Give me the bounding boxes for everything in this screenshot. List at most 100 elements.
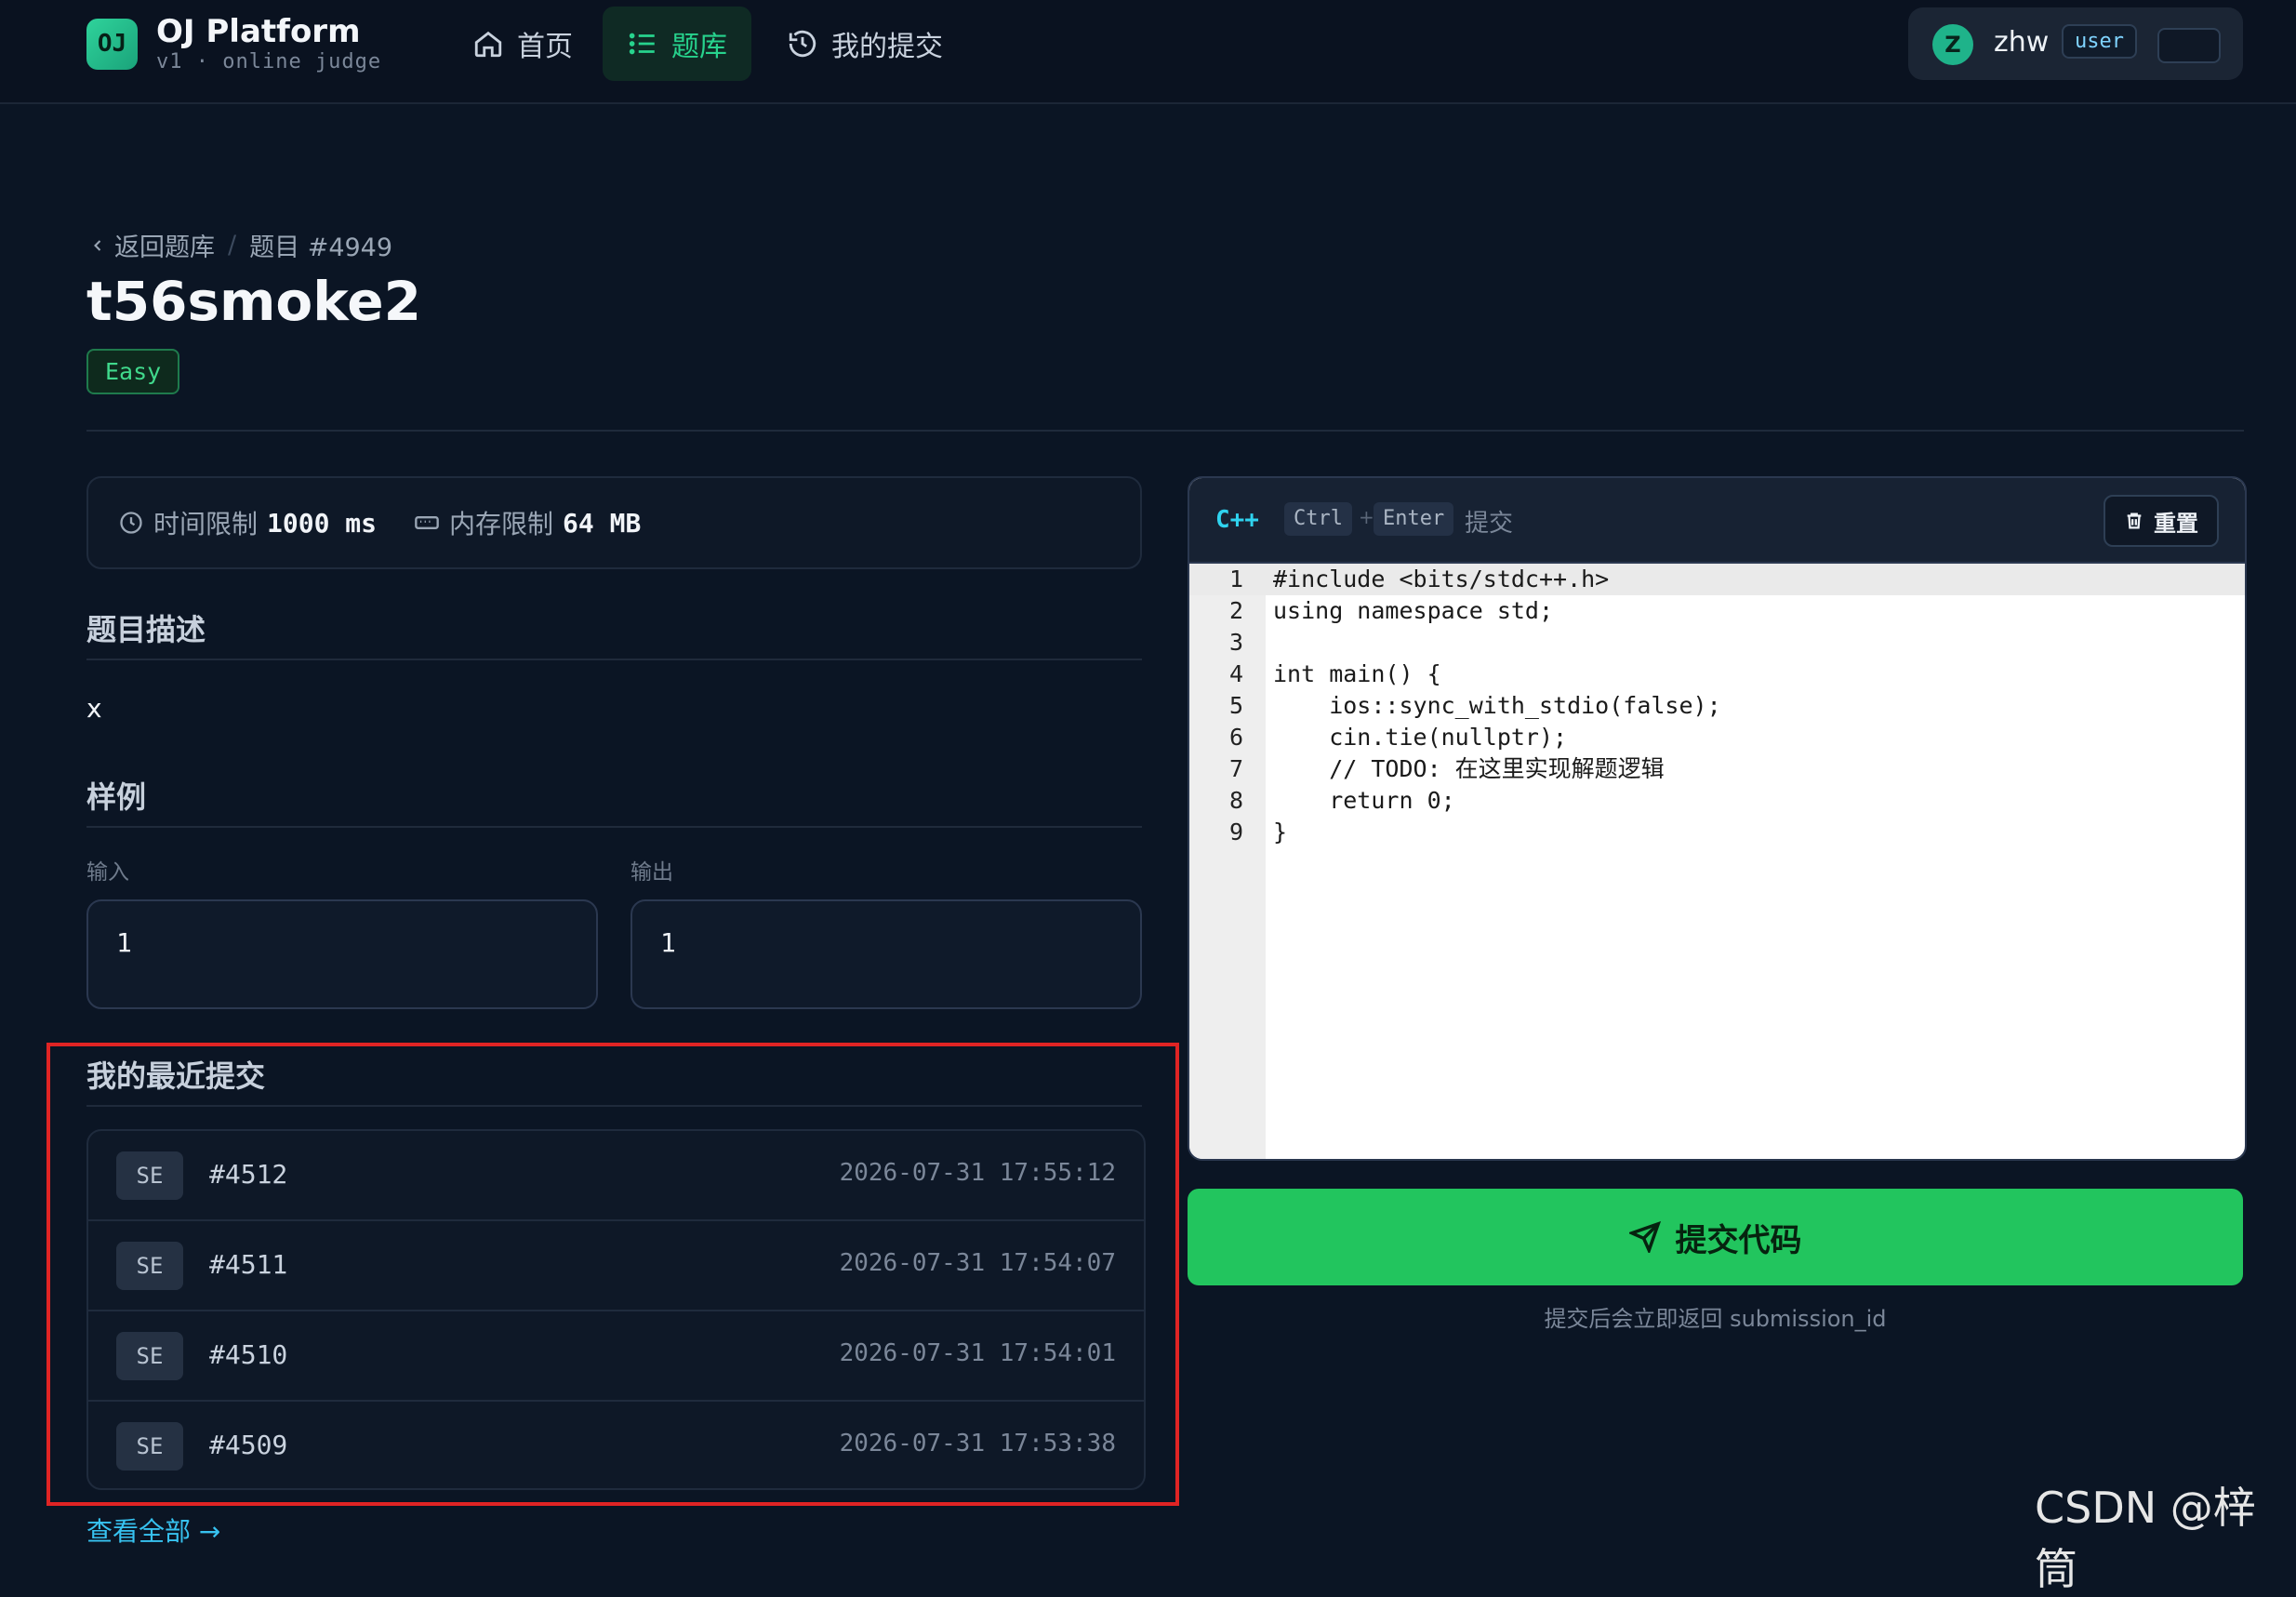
submission-id: #4510 [209, 1339, 288, 1370]
editor-toolbar: C++ Ctrl + Enter 提交 重置 [1189, 478, 2245, 564]
page-title: t56smoke2 [86, 270, 421, 333]
shortcut-key-enter: Enter [1374, 502, 1454, 536]
submission-row[interactable]: SE #4509 2026-07-31 17:53:38 [88, 1402, 1144, 1488]
line-number: 1 [1228, 566, 1243, 592]
difficulty-badge: Easy [86, 349, 180, 394]
back-link-label: 返回题库 [114, 233, 215, 262]
shortcut-key-ctrl: Ctrl [1284, 502, 1352, 536]
submission-id: #4509 [209, 1430, 288, 1460]
view-all-link[interactable]: 查看全部 → [86, 1511, 220, 1549]
submission-row[interactable]: SE #4511 2026-07-31 17:54:07 [88, 1221, 1144, 1311]
nav-home-label: 首页 [517, 31, 573, 63]
code-text: int main() { [1273, 660, 1441, 687]
line-number: 7 [1228, 755, 1243, 782]
submit-hint: 提交后会立即返回 submission_id [1544, 1306, 1887, 1332]
recent-submissions-title: 我的最近提交 [86, 1058, 266, 1094]
description-rule [86, 659, 1142, 660]
reset-label: 重置 [2154, 510, 2198, 537]
code-text: // TODO: 在这里实现解题逻辑 [1273, 755, 1665, 782]
memory-limit-label: 内存限制 [449, 509, 554, 539]
code-area[interactable]: 1 #include <bits/stdc++.h> 2 using namespa… [1189, 564, 2245, 1159]
status-badge: SE [116, 1242, 183, 1290]
status-badge: SE [116, 1422, 183, 1471]
status-badge: SE [116, 1332, 183, 1380]
code-editor: C++ Ctrl + Enter 提交 重置 1 #include <bits/s… [1188, 476, 2247, 1161]
breadcrumb-current: 题目 #4949 [249, 233, 393, 262]
code-line: 9} [1189, 817, 2245, 848]
user-name: zhw [1994, 26, 2050, 59]
submit-label: 提交代码 [1675, 1221, 1802, 1259]
user-menu[interactable]: Z zhw user [1908, 7, 2243, 80]
theme-toggle[interactable] [2157, 28, 2221, 63]
submission-id: #4512 [209, 1159, 288, 1190]
code-text: return 0; [1273, 787, 1455, 814]
chevron-left-icon [94, 239, 101, 251]
line-number: 6 [1228, 724, 1243, 751]
limits-card: 时间限制 1000 ms 内存限制 64 MB [86, 476, 1142, 569]
shortcut-plus: + [1359, 506, 1374, 528]
code-line: 2 using namespace std; [1189, 595, 2245, 627]
output-label: 输出 [630, 860, 673, 885]
memory-limit-value: 64 MB [563, 507, 642, 539]
submission-time: 2026-07-31 17:53:38 [839, 1430, 1116, 1457]
line-number: 8 [1228, 787, 1243, 814]
brand-subtitle: v1 · online judge [156, 50, 382, 73]
code-text: cin.tie(nullptr); [1273, 724, 1568, 751]
memory-limit: 内存限制 64 MB [414, 504, 641, 541]
status-badge: SE [116, 1151, 183, 1200]
history-icon [789, 30, 816, 58]
input-label: 输入 [86, 860, 129, 885]
time-limit-value: 1000 ms [267, 507, 378, 539]
memory-icon [415, 516, 439, 529]
submission-time: 2026-07-31 17:54:01 [839, 1339, 1116, 1367]
line-number: 9 [1228, 818, 1243, 845]
submission-row[interactable]: SE #4510 2026-07-31 17:54:01 [88, 1311, 1144, 1402]
reset-button[interactable]: 重置 [2104, 495, 2219, 547]
trash-icon [2127, 512, 2142, 529]
submit-button[interactable]: 提交代码 [1188, 1189, 2243, 1285]
line-number: 4 [1228, 660, 1243, 687]
language-label[interactable]: C++ [1215, 506, 1259, 534]
nav-my-submissions-label: 我的提交 [831, 31, 943, 63]
sample-output[interactable]: 1 [630, 899, 1142, 1009]
line-number: 3 [1228, 629, 1243, 656]
avatar[interactable]: Z [1932, 24, 1973, 65]
code-text: ios::sync_with_stdio(false); [1273, 692, 1721, 719]
nav-my-submissions[interactable]: 我的提交 [763, 7, 967, 81]
send-icon [1628, 1221, 1661, 1253]
code-line: 3 [1189, 627, 2245, 659]
role-badge: user [2062, 24, 2137, 59]
breadcrumb-separator: / [228, 231, 237, 260]
clock-icon [120, 512, 142, 534]
list-icon [629, 33, 655, 55]
logo[interactable]: OJ [86, 19, 138, 70]
code-text: #include <bits/stdc++.h> [1273, 566, 1610, 592]
time-limit-label: 时间限制 [153, 509, 259, 539]
header-divider [86, 430, 2244, 432]
breadcrumb: 返回题库 / 题目 #4949 [88, 227, 392, 263]
shortcut-hint: 提交 [1465, 510, 1514, 538]
back-link[interactable]: 返回题库 [88, 227, 215, 263]
code-text: using namespace std; [1273, 597, 1554, 624]
watermark: CSDN @梓筒 [2035, 1483, 2256, 1594]
time-limit: 时间限制 1000 ms [118, 504, 377, 541]
nav-problems[interactable]: 题库 [603, 7, 751, 81]
code-line: 7 // TODO: 在这里实现解题逻辑 [1189, 753, 2245, 785]
sample-rule [86, 826, 1142, 828]
submission-id: #4511 [209, 1249, 288, 1280]
sample-input[interactable]: 1 [86, 899, 598, 1009]
recent-submissions-list: SE #4512 2026-07-31 17:55:12 SE #4511 20… [86, 1129, 1146, 1490]
code-line: 4 int main() { [1189, 659, 2245, 690]
brand-name[interactable]: OJ Platform [156, 13, 361, 50]
nav-home[interactable]: 首页 [448, 7, 597, 81]
line-number: 2 [1228, 597, 1243, 624]
submission-row[interactable]: SE #4512 2026-07-31 17:55:12 [88, 1131, 1144, 1221]
submission-time: 2026-07-31 17:55:12 [839, 1159, 1116, 1187]
recent-submissions-rule [86, 1105, 1142, 1107]
line-number: 5 [1228, 692, 1243, 719]
description-title: 题目描述 [86, 612, 206, 647]
code-line: 1 #include <bits/stdc++.h> [1189, 564, 2245, 595]
home-icon [474, 31, 502, 58]
code-line: 5 ios::sync_with_stdio(false); [1189, 690, 2245, 722]
code-text: } [1273, 818, 1288, 845]
